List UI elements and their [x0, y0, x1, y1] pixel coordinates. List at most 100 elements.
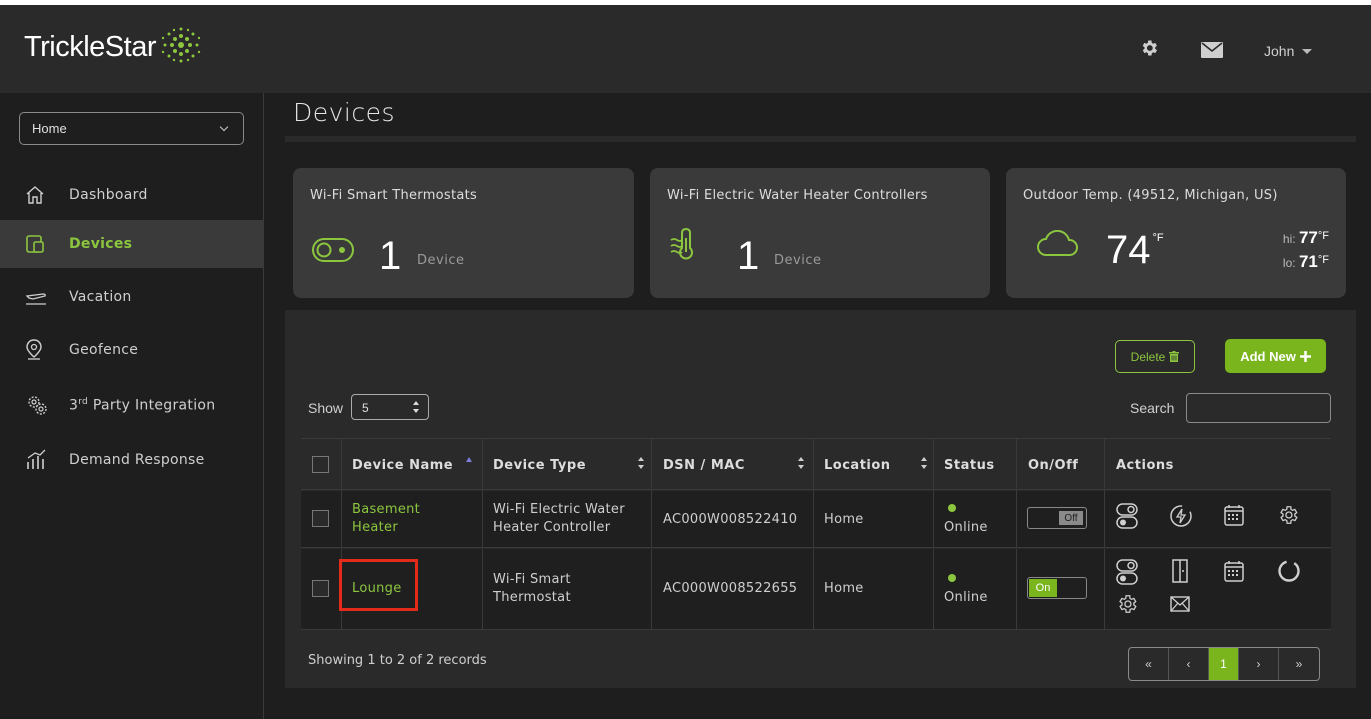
column-divider	[813, 549, 814, 630]
sidebar-item-label: Geofence	[69, 342, 139, 358]
card-title: Outdoor Temp. (49512, Michigan, US)	[1023, 188, 1278, 203]
status-dot	[948, 574, 956, 582]
sidebar-item-devices[interactable]: Devices	[0, 220, 264, 268]
card-unit: Device	[774, 253, 822, 268]
page-button-1[interactable]: 1	[1209, 648, 1239, 680]
toggle-icon	[312, 238, 354, 262]
delete-button[interactable]: Delete	[1115, 340, 1195, 373]
sidebar-item-dashboard[interactable]: Dashboard	[0, 171, 264, 219]
col-status: Status	[944, 458, 995, 473]
col-dsn-mac[interactable]: DSN / MAC	[663, 458, 745, 473]
gear-icon[interactable]	[1139, 38, 1159, 58]
table-header: Device Name Device Type DSN / MAC Locati…	[301, 438, 1331, 491]
outdoor-temp: 74 °F	[1106, 228, 1164, 272]
pagination: « ‹ 1 › »	[1128, 647, 1320, 681]
next-page-button[interactable]: ›	[1239, 648, 1279, 680]
show-entries-select[interactable]: 5	[351, 394, 429, 420]
power-toggle[interactable]: On	[1027, 577, 1087, 599]
column-divider	[933, 491, 934, 548]
envelope-icon[interactable]	[1170, 596, 1190, 612]
logo[interactable]: TrickleStar	[24, 27, 202, 64]
card-title: Wi-Fi Smart Thermostats	[310, 188, 478, 203]
sidebar-item-demand-response[interactable]: Demand Response	[0, 436, 264, 484]
toggle-off-label: Off	[1059, 511, 1083, 525]
card-thermostats: Wi-Fi Smart Thermostats 1 Device	[293, 168, 634, 298]
home-select-value: Home	[32, 121, 67, 136]
device-type: Wi-Fi Electric Water Heater Controller	[493, 502, 625, 535]
col-location[interactable]: Location	[824, 458, 891, 473]
first-page-button[interactable]: «	[1129, 648, 1169, 680]
power-toggle[interactable]: Off	[1027, 507, 1087, 529]
sort-icon	[921, 457, 927, 469]
temp-low: lo: 71°F	[1282, 252, 1329, 271]
status-dot	[948, 504, 956, 512]
sidebar-item-3rd-party-integration[interactable]: 3rd Party Integration	[0, 381, 264, 429]
records-summary: Showing 1 to 2 of 2 records	[308, 653, 487, 668]
sidebar-item-geofence[interactable]: Geofence	[0, 326, 264, 374]
toggle-settings-icon[interactable]	[1116, 559, 1138, 585]
home-icon	[26, 186, 44, 204]
door-icon[interactable]	[1171, 559, 1189, 583]
dsn-mac: AC000W008522655	[663, 581, 798, 596]
user-menu[interactable]: John	[1264, 43, 1313, 59]
column-divider	[341, 439, 342, 491]
column-divider	[1016, 439, 1017, 491]
sidebar-item-label: Devices	[69, 236, 133, 252]
col-on-off: On/Off	[1028, 458, 1079, 473]
card-title: Wi-Fi Electric Water Heater Controllers	[667, 188, 928, 203]
user-name: John	[1264, 43, 1295, 59]
logo-star-icon	[161, 27, 201, 62]
dsn-mac: AC000W008522410	[663, 512, 798, 527]
envelope-icon[interactable]	[1201, 42, 1223, 58]
calendar-icon[interactable]	[1224, 560, 1244, 582]
energy-icon[interactable]	[1169, 504, 1193, 528]
toggle-settings-icon[interactable]	[1116, 503, 1138, 529]
add-label: Add New	[1240, 348, 1296, 364]
device-name-link[interactable]: Basement Heater	[352, 501, 420, 537]
temp-high: hi: 77°F	[1282, 228, 1329, 247]
sidebar-item-vacation[interactable]: Vacation	[0, 273, 264, 321]
column-divider	[1104, 439, 1105, 491]
divider	[285, 136, 1356, 142]
sidebar-item-label: Vacation	[69, 289, 132, 305]
prev-page-button[interactable]: ‹	[1169, 648, 1209, 680]
search-input[interactable]	[1186, 393, 1331, 423]
show-value: 5	[362, 401, 369, 415]
gear-icon[interactable]	[1116, 593, 1138, 615]
devices-panel: Delete Add New Show 5 Search Device Name…	[285, 310, 1356, 688]
device-icon	[26, 235, 44, 253]
card-unit: Device	[417, 253, 465, 268]
gears-icon	[28, 396, 47, 415]
col-device-type[interactable]: Device Type	[493, 458, 586, 473]
column-divider	[482, 439, 483, 491]
column-divider	[482, 491, 483, 548]
location: Home	[824, 512, 864, 527]
trash-icon	[1169, 351, 1180, 362]
gear-icon[interactable]	[1277, 504, 1299, 526]
row-checkbox[interactable]	[312, 510, 329, 527]
status-text: Online	[944, 520, 988, 535]
add-new-button[interactable]: Add New	[1225, 339, 1326, 373]
column-divider	[341, 491, 342, 548]
delete-label: Delete	[1130, 349, 1166, 364]
card-count: 1	[379, 234, 402, 278]
row-checkbox[interactable]	[312, 580, 329, 597]
home-select[interactable]: Home	[19, 112, 244, 145]
plus-icon	[1299, 350, 1311, 362]
app-window: TrickleStar John Home Dashboard Devices …	[0, 5, 1371, 719]
select-all-checkbox[interactable]	[312, 456, 329, 473]
calendar-icon[interactable]	[1224, 504, 1244, 526]
sort-icon	[798, 457, 804, 469]
table-row: Lounge Wi-Fi Smart Thermostat AC000W0085…	[301, 549, 1331, 630]
card-outdoor-temp: Outdoor Temp. (49512, Michigan, US) 74 °F…	[1006, 168, 1346, 298]
sort-asc-icon	[466, 457, 472, 462]
highlight-box	[339, 559, 418, 611]
col-device-name[interactable]: Device Name	[352, 458, 453, 473]
sort-icon	[638, 457, 644, 469]
location-icon	[26, 339, 42, 360]
page-title: Devices	[293, 98, 396, 127]
last-page-button[interactable]: »	[1279, 648, 1319, 680]
top-bar: TrickleStar John	[0, 5, 1371, 93]
loading-circle-icon[interactable]	[1277, 559, 1301, 583]
column-divider	[482, 549, 483, 630]
